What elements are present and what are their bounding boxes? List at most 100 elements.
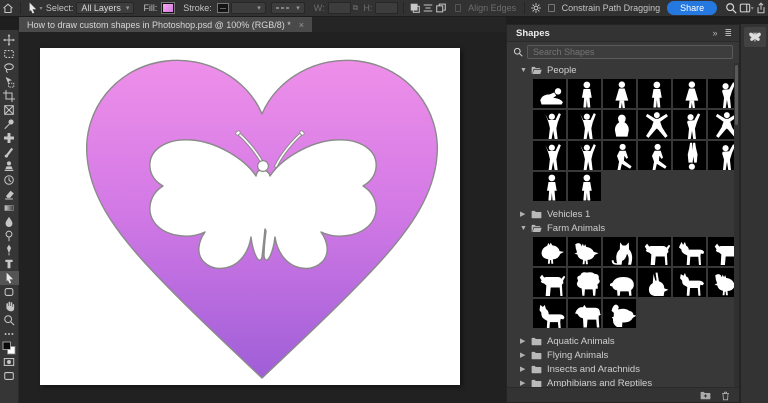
tool-marquee[interactable] [0, 47, 19, 61]
height-field[interactable] [375, 2, 398, 14]
tool-rectangle[interactable] [0, 285, 19, 299]
shape-thumbnail-dancing-woman[interactable] [708, 110, 734, 139]
new-folder-icon[interactable] [700, 390, 711, 401]
tool-blur[interactable] [0, 215, 19, 229]
shape-thumbnail-rooster[interactable] [568, 237, 601, 266]
select-mode-dropdown[interactable]: All Layers▾ [76, 2, 134, 14]
shape-thumbnail-bantam-rooster[interactable] [708, 268, 734, 297]
tool-more[interactable] [0, 327, 19, 341]
search-icon[interactable] [723, 1, 738, 16]
shapes-panel-dock-icon[interactable] [744, 27, 766, 47]
shape-thumbnail-flexing-man-2[interactable] [568, 141, 601, 170]
gear-icon[interactable] [530, 1, 543, 16]
path-arrange-icon[interactable] [434, 1, 447, 16]
tool-eyedropper[interactable] [0, 117, 19, 131]
shape-thumbnail-flexing-man[interactable] [568, 110, 601, 139]
folder-row-people[interactable]: ▼People [507, 63, 734, 77]
tool-gradient[interactable] [0, 201, 19, 215]
close-tab-icon[interactable]: × [299, 20, 304, 30]
shapes-panel-title[interactable]: Shapes [507, 28, 559, 39]
stroke-style-dropdown[interactable]: ▾ [271, 2, 305, 14]
shape-thumbnail-reaching-man[interactable] [708, 141, 734, 170]
path-align-icon[interactable] [422, 1, 435, 16]
tool-zoom[interactable] [0, 313, 19, 327]
shape-thumbnail-standing-man[interactable] [568, 79, 601, 108]
shape-combine-icon[interactable] [409, 1, 422, 16]
folder-row-flying-animals[interactable]: ▶Flying Animals [507, 348, 734, 362]
shape-thumbnail-sheep[interactable] [568, 268, 601, 297]
tool-dodge[interactable] [0, 229, 19, 243]
folder-row-aquatic-animals[interactable]: ▶Aquatic Animals [507, 334, 734, 348]
shape-thumbnail-crawling-baby[interactable] [533, 79, 566, 108]
shape-thumbnail-standing-profile-2[interactable] [568, 172, 601, 201]
shape-thumbnail-jumping-man[interactable] [533, 141, 566, 170]
shape-thumbnail-waving-woman[interactable] [708, 79, 734, 108]
document-tab[interactable]: How to draw custom shapes in Photoshop.p… [19, 17, 312, 32]
shape-thumbnail-star-jumping-woman[interactable] [638, 110, 671, 139]
shape-thumbnail-kicking-dancer[interactable] [638, 141, 671, 170]
shape-thumbnail-standing-man-2[interactable] [638, 79, 671, 108]
shape-thumbnail-horse[interactable] [533, 299, 566, 328]
shape-thumbnail-goat[interactable] [673, 268, 706, 297]
collapse-panel-icon[interactable]: » [712, 28, 717, 38]
tool-eraser[interactable] [0, 187, 19, 201]
folder-row-amphibians-and-reptiles[interactable]: ▶Amphibians and Reptiles [507, 376, 734, 387]
shape-thumbnail-terrier-dog[interactable] [533, 268, 566, 297]
link-dimensions-icon[interactable]: ⧉ [351, 1, 361, 16]
stroke-swatch[interactable] [217, 3, 229, 13]
shape-thumbnail-raising-hand-man[interactable] [673, 110, 706, 139]
folder-row-vehicles-1[interactable]: ▶Vehicles 1 [507, 207, 734, 221]
shape-thumbnail-standing-woman[interactable] [603, 79, 636, 108]
share-button[interactable]: Share [667, 1, 717, 15]
shape-thumbnail-donkey[interactable] [673, 237, 706, 266]
tool-object-selection[interactable] [0, 75, 19, 89]
shape-thumbnail-duck[interactable] [603, 299, 636, 328]
tool-lasso[interactable] [0, 61, 19, 75]
shape-thumbnail-standing-woman-2[interactable] [673, 79, 706, 108]
align-edges-checkbox[interactable] [455, 4, 461, 12]
tool-history-brush[interactable] [0, 173, 19, 187]
shape-thumbnail-standing-profile[interactable] [533, 172, 566, 201]
trash-icon[interactable] [720, 390, 731, 401]
tool-pen[interactable] [0, 243, 19, 257]
tool-quick-mask[interactable] [0, 355, 19, 369]
search-shapes-input[interactable] [527, 45, 733, 59]
folder-row-insects-and-arachnids[interactable]: ▶Insects and Arachnids [507, 362, 734, 376]
export-icon[interactable] [754, 1, 768, 16]
shape-thumbnail-sitting-cat[interactable] [603, 237, 636, 266]
tool-type[interactable] [0, 257, 19, 271]
home-icon[interactable] [0, 1, 15, 16]
tool-frame[interactable] [0, 103, 19, 117]
tool-move[interactable] [0, 33, 19, 47]
shape-thumbnail-cow[interactable] [568, 299, 601, 328]
folder-row-farm-animals[interactable]: ▼Farm Animals [507, 221, 734, 235]
tool-path-selection[interactable] [0, 271, 19, 285]
tool-crop[interactable] [0, 89, 19, 103]
constrain-path-checkbox[interactable] [548, 4, 554, 12]
shape-thumbnail-goat-kid[interactable] [638, 237, 671, 266]
panel-menu-icon[interactable]: ≣ [724, 28, 732, 39]
shape-thumbnail-pig[interactable] [603, 268, 636, 297]
tool-clone-stamp[interactable] [0, 159, 19, 173]
shape-thumbnail-rabbit[interactable] [638, 268, 671, 297]
stroke-width-dropdown[interactable]: ▾ [231, 2, 266, 14]
shape-thumbnail-sitting-woman[interactable] [603, 110, 636, 139]
tool-brush[interactable] [0, 145, 19, 159]
shape-thumbnail-dog[interactable] [708, 237, 734, 266]
shape-thumbnail-cheering-man[interactable] [533, 110, 566, 139]
tool-screen-mode[interactable] [0, 369, 19, 383]
panel-scrollbar[interactable] [734, 63, 739, 387]
shape-thumbnail-handstand[interactable] [673, 141, 706, 170]
shape-thumbnail-dancing-man[interactable] [603, 141, 636, 170]
tool-healing-brush[interactable] [0, 131, 19, 145]
workspace-switcher-icon[interactable]: ▾ [739, 1, 754, 16]
move-tool-preview-icon[interactable]: ▾ [26, 1, 43, 16]
stroke-label: Stroke: [183, 3, 212, 13]
fill-swatch[interactable] [162, 3, 174, 13]
canvas-artboard[interactable] [40, 48, 460, 385]
pasteboard[interactable] [19, 32, 506, 403]
width-field[interactable] [328, 2, 351, 14]
shape-thumbnail-hen[interactable] [533, 237, 566, 266]
tool-swatches[interactable] [0, 341, 19, 355]
tool-hand[interactable] [0, 299, 19, 313]
